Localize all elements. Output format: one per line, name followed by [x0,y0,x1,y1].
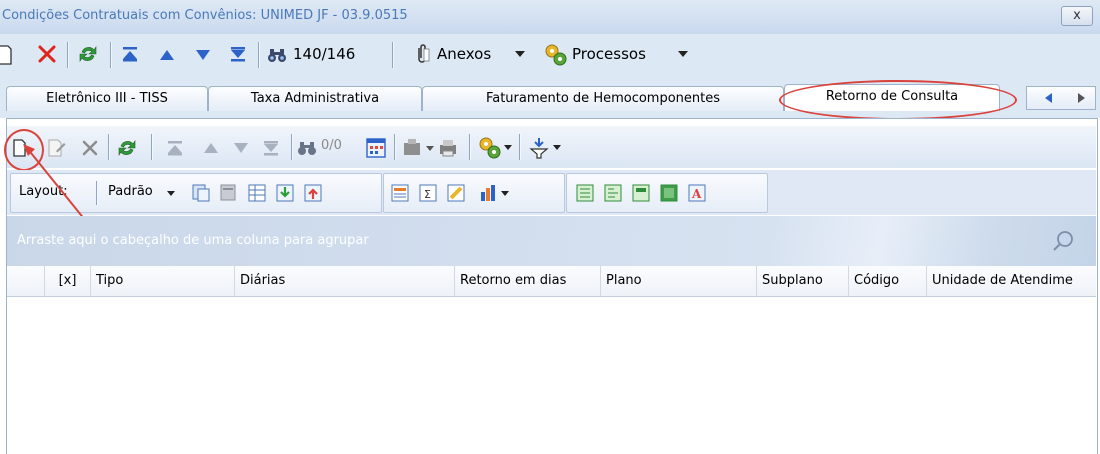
chart-icon[interactable] [478,183,512,203]
gears-icon[interactable] [477,135,503,161]
column-header-unidade[interactable]: Unidade de Atendime [927,266,1096,296]
new-record-icon[interactable] [0,44,12,66]
last-record-icon[interactable] [228,44,248,64]
column-chooser-icon[interactable] [390,183,410,203]
window-title: Condições Contratuais com Convênios: UNI… [2,8,408,23]
export-menu-icon[interactable] [402,137,438,159]
group-hint-text: Arraste aqui o cabeçalho de uma coluna p… [17,233,369,248]
record-counter: 140/146 [293,45,356,63]
tab-scroll-left-icon[interactable] [1043,92,1055,104]
last-record-icon[interactable] [261,138,281,158]
import-layout-icon[interactable] [275,183,295,203]
sub-record-counter: 0/0 [321,138,342,153]
chevron-down-icon[interactable] [503,143,513,151]
highlight-icon[interactable] [446,183,466,203]
first-record-icon[interactable] [120,44,140,64]
title-bar: Condições Contratuais com Convênios: UNI… [0,0,1100,35]
column-header-tipo[interactable]: Tipo [91,266,235,296]
view-card-icon[interactable] [631,183,651,203]
view-table-icon[interactable] [575,183,595,203]
chevron-down-icon[interactable] [514,49,526,59]
group-by-panel[interactable]: Arraste aqui o cabeçalho de uma coluna p… [7,216,1096,266]
tab-eletronico-tiss[interactable]: Eletrônico III - TISS [6,86,208,111]
next-record-icon[interactable] [193,45,213,65]
column-header-subplano[interactable]: Subplano [757,266,849,296]
view-form-icon[interactable] [603,183,623,203]
report-icon[interactable]: A [687,183,707,203]
processos-menu[interactable]: Processos [572,45,646,63]
refresh-icon[interactable] [115,136,139,160]
grid-header: [x] Tipo Diárias Retorno em dias Plano S… [7,266,1096,297]
grid-tools-group: Σ [383,173,565,213]
refresh-icon[interactable] [76,42,100,66]
chevron-down-icon[interactable] [552,143,562,151]
grid-layout-icon[interactable] [247,183,267,203]
calendar-grid-icon[interactable] [365,137,387,159]
save-layout-icon[interactable] [191,183,211,203]
search-icon[interactable] [1052,229,1076,253]
column-header-plano[interactable]: Plano [601,266,757,296]
column-header-diarias[interactable]: Diárias [235,266,455,296]
column-header-indicator [7,266,45,296]
svg-text:A: A [691,187,702,201]
first-record-icon[interactable] [165,138,185,158]
delete-layout-icon[interactable] [219,183,239,203]
tab-taxa-administrativa[interactable]: Taxa Administrativa [208,86,422,111]
delete-icon[interactable] [36,43,58,65]
gears-icon[interactable] [543,42,569,68]
sub-toolbar: 0/0 [7,126,1096,168]
binoculars-icon[interactable] [296,139,318,157]
chevron-down-icon[interactable] [677,49,689,59]
chevron-down-icon[interactable] [166,189,176,197]
close-button[interactable]: x [1061,6,1093,26]
main-toolbar: 140/146 Anexos Processos [0,34,1100,76]
annotation-arrow [23,144,86,221]
previous-record-icon[interactable] [201,139,221,157]
tab-scroll-right-icon[interactable] [1075,92,1087,104]
column-header-codigo[interactable]: Código [849,266,927,296]
binoculars-icon[interactable] [266,45,288,65]
layout-select[interactable]: Padrão [108,184,153,199]
previous-record-icon[interactable] [157,45,177,65]
export-layout-icon[interactable] [303,183,323,203]
column-header-retorno-dias[interactable]: Retorno em dias [455,266,601,296]
next-record-icon[interactable] [231,139,251,157]
tab-faturamento-hemocomponentes[interactable]: Faturamento de Hemocomponentes [422,86,784,111]
paperclip-icon[interactable] [412,43,432,65]
filter-icon[interactable] [527,136,551,160]
highlight-circle [779,80,1017,120]
grid-body[interactable] [7,297,1096,453]
column-header-select[interactable]: [x] [45,266,91,296]
view-banded-icon[interactable] [659,183,679,203]
view-mode-group: A [566,173,768,213]
svg-text:Σ: Σ [424,188,431,201]
print-icon[interactable] [437,137,459,159]
tab-scroll-buttons [1026,86,1096,110]
anexos-menu[interactable]: Anexos [437,45,491,63]
summary-icon[interactable]: Σ [418,183,438,203]
